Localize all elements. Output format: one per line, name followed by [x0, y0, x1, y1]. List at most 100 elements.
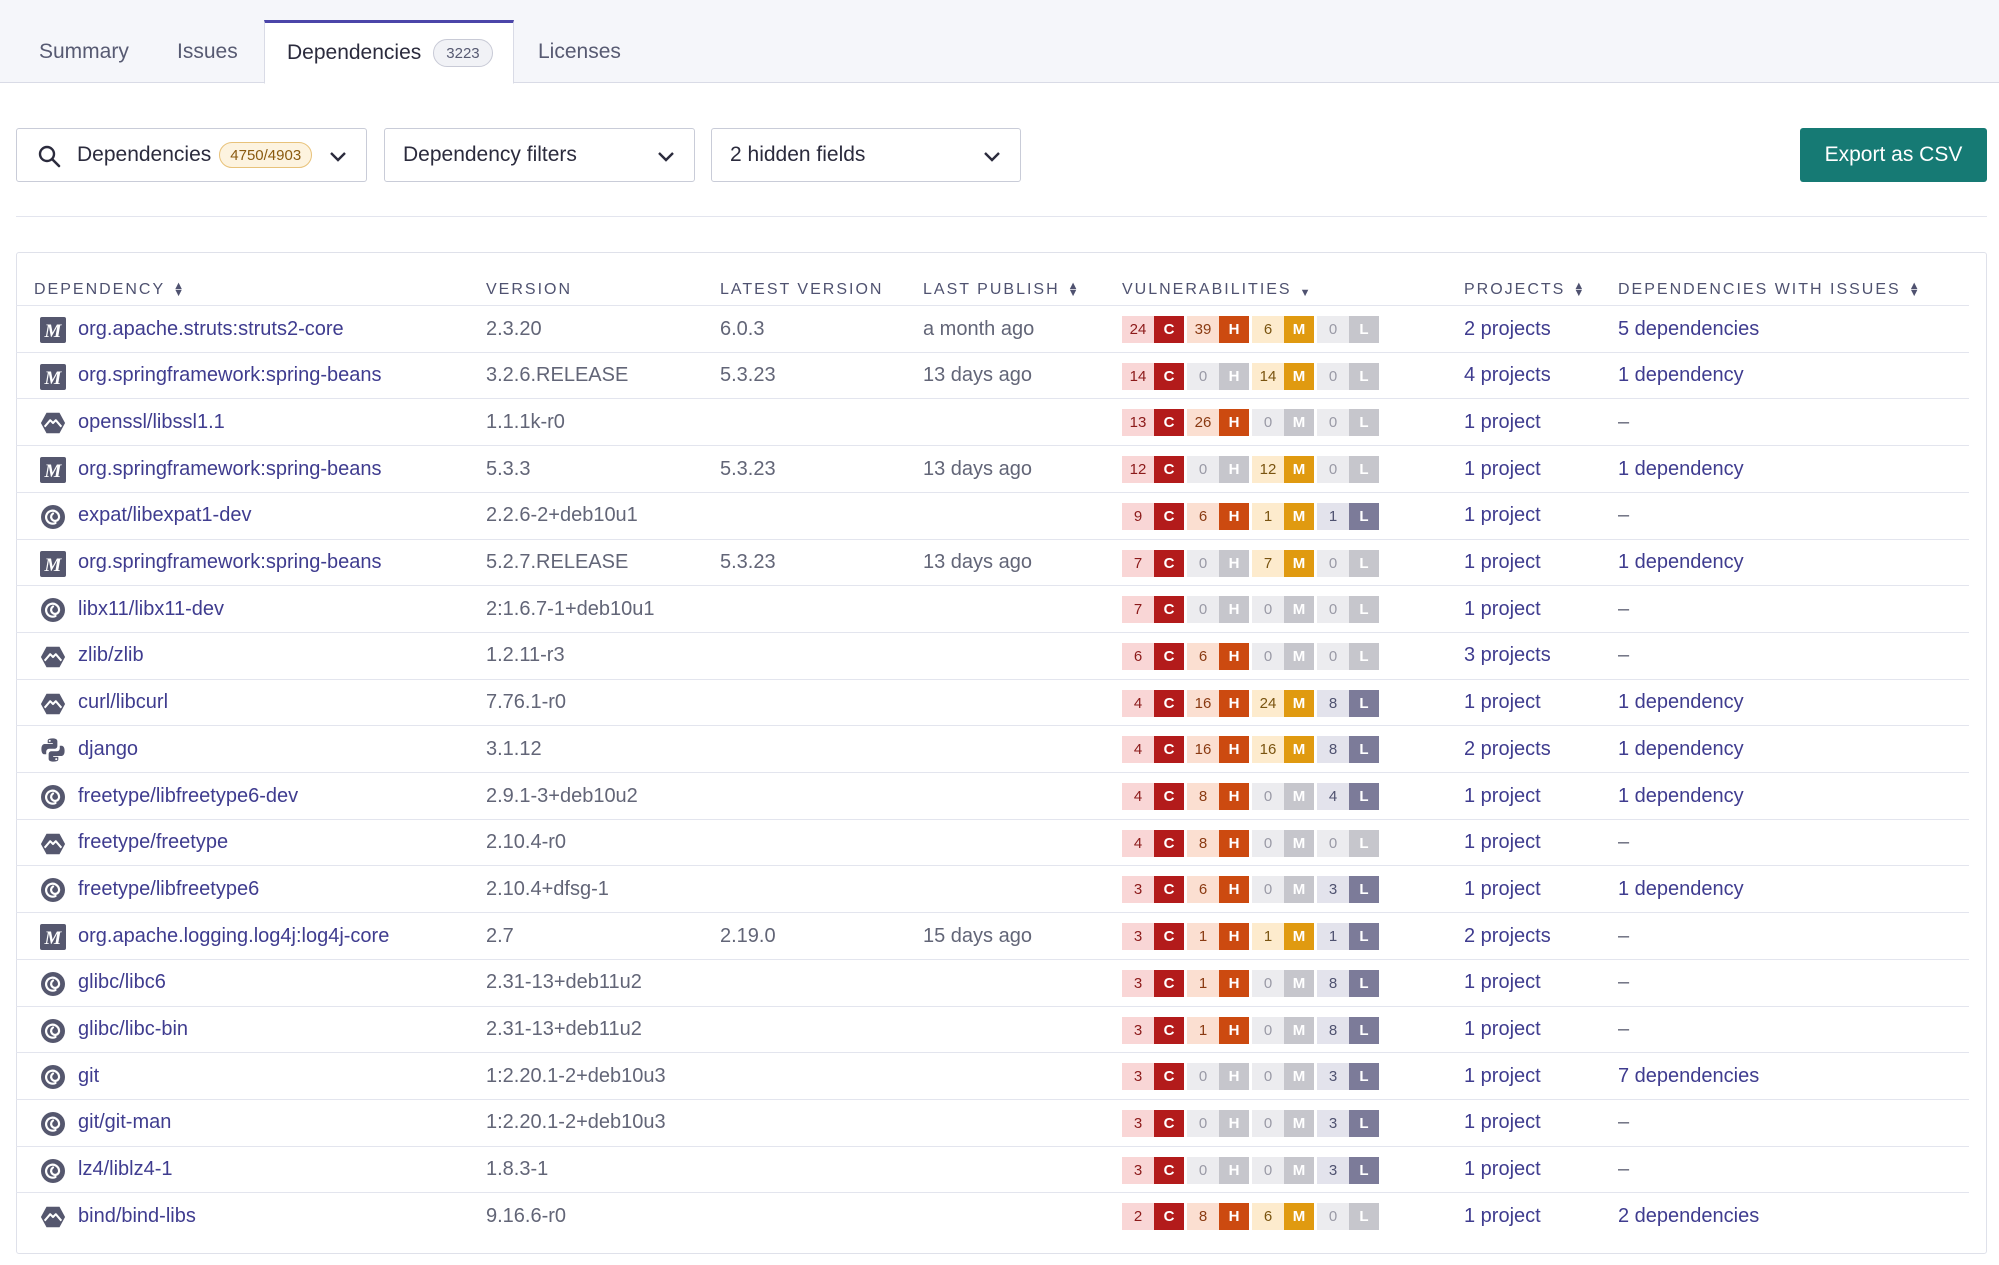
column-header-version: VERSION	[486, 274, 572, 306]
projects-link[interactable]: 1 project	[1464, 411, 1541, 434]
column-header-vulnerabilities[interactable]: VULNERABILITIES ▼	[1122, 274, 1311, 306]
dependencies-with-issues-link[interactable]: 1 dependency	[1618, 691, 1744, 714]
projects-link[interactable]: 2 projects	[1464, 738, 1551, 761]
latest-version-value: 6.0.3	[720, 317, 765, 340]
dependency-name-link[interactable]: openssl/libssl1.1	[78, 411, 225, 434]
dependencies-with-issues-link[interactable]: 1 dependency	[1618, 364, 1744, 387]
projects-link[interactable]: 1 project	[1464, 1018, 1541, 1041]
projects-link[interactable]: 1 project	[1464, 504, 1541, 527]
projects-link[interactable]: 1 project	[1464, 1158, 1541, 1181]
severity-letter-l: L	[1349, 456, 1379, 484]
dependencies-with-issues-link: –	[1618, 504, 1630, 527]
projects-link[interactable]: 1 project	[1464, 878, 1541, 901]
dependencies-with-issues-link[interactable]: 1 dependency	[1618, 878, 1744, 901]
severity-letter-l: L	[1349, 736, 1379, 764]
dependencies-search-dropdown[interactable]: Dependencies 4750/4903	[16, 128, 367, 182]
projects-link[interactable]: 1 project	[1464, 458, 1541, 481]
dependency-name-link[interactable]: org.springframework:spring-beans	[78, 458, 381, 481]
column-header-last-publish[interactable]: LAST PUBLISH ▲ ▼	[923, 274, 1079, 306]
dependency-name-link[interactable]: git/git-man	[78, 1111, 171, 1134]
projects-link[interactable]: 1 project	[1464, 598, 1541, 621]
dependencies-with-issues-link[interactable]: 7 dependencies	[1618, 1065, 1759, 1088]
severity-count-h: 8	[1187, 1203, 1219, 1231]
alpine-icon	[40, 410, 66, 436]
latest-version-value: 2.19.0	[720, 924, 776, 947]
column-header-dependency[interactable]: DEPENDENCY ▲ ▼	[34, 274, 184, 306]
version-value: 1.8.3-1	[486, 1158, 549, 1181]
table-row: bind/bind-libs 9.16.6-r0 2 C 8 H 6 M 0 L 1 project…	[16, 1192, 1969, 1239]
severity-letter-m: M	[1284, 549, 1314, 577]
hidden-fields-dropdown[interactable]: 2 hidden fields	[711, 128, 1021, 182]
dependency-name-link[interactable]: freetype/freetype	[78, 831, 228, 854]
dependency-name-link[interactable]: curl/libcurl	[78, 691, 168, 714]
dependency-name-link[interactable]: glibc/libc6	[78, 971, 166, 994]
severity-count-h: 6	[1187, 502, 1219, 530]
chevron-down-icon	[984, 152, 1000, 162]
projects-link[interactable]: 1 project	[1464, 831, 1541, 854]
column-header-dependencies-with-issues[interactable]: DEPENDENCIES WITH ISSUES ▲ ▼	[1618, 274, 1920, 306]
severity-letter-c: C	[1154, 876, 1184, 904]
projects-link[interactable]: 1 project	[1464, 691, 1541, 714]
projects-link[interactable]: 2 projects	[1464, 318, 1551, 341]
dependency-name-link[interactable]: libx11/libx11-dev	[78, 598, 224, 621]
dependencies-with-issues-link[interactable]: 2 dependencies	[1618, 1205, 1759, 1228]
vulnerability-badges: 3C6H0M3L	[1122, 876, 1382, 904]
projects-link[interactable]: 1 project	[1464, 1065, 1541, 1088]
projects-link[interactable]: 4 projects	[1464, 364, 1551, 387]
severity-letter-h: H	[1219, 876, 1249, 904]
projects-link[interactable]: 1 project	[1464, 1111, 1541, 1134]
dependency-name-link[interactable]: org.apache.logging.log4j:log4j-core	[78, 925, 389, 948]
dependency-name-link[interactable]: django	[78, 738, 138, 761]
dependencies-with-issues-link: –	[1618, 1018, 1630, 1040]
severity-count-m: 0	[1252, 409, 1284, 437]
dependency-name-link[interactable]: org.springframework:spring-beans	[78, 551, 381, 574]
projects-link[interactable]: 1 project	[1464, 1205, 1541, 1228]
dependency-name-link[interactable]: lz4/liblz4-1	[78, 1158, 172, 1181]
severity-count-c: 4	[1122, 783, 1154, 810]
dependency-name-link[interactable]: org.apache.struts:struts2-core	[78, 318, 344, 341]
severity-count-h: 1	[1187, 969, 1219, 997]
tab-summary[interactable]: Summary	[39, 20, 129, 83]
projects-link[interactable]: 1 project	[1464, 785, 1541, 808]
debian-icon	[40, 1018, 66, 1044]
severity-count-l: 0	[1317, 1203, 1349, 1231]
dependency-name-link[interactable]: freetype/libfreetype6	[78, 878, 259, 901]
severity-letter-h: H	[1219, 549, 1249, 577]
dependencies-with-issues-link[interactable]: 1 dependency	[1618, 458, 1744, 481]
dependency-name-link[interactable]: zlib/zlib	[78, 644, 144, 667]
dependency-name-link[interactable]: glibc/libc-bin	[78, 1018, 188, 1041]
alpine-icon	[40, 691, 66, 717]
severity-letter-m: M	[1284, 736, 1314, 764]
dependencies-with-issues-link[interactable]: 5 dependencies	[1618, 318, 1759, 341]
dependency-name-link[interactable]: git	[78, 1065, 99, 1088]
dependencies-with-issues-link[interactable]: 1 dependency	[1618, 551, 1744, 574]
column-header-projects[interactable]: PROJECTS ▲ ▼	[1464, 274, 1584, 306]
severity-count-m: 0	[1252, 1063, 1284, 1091]
projects-link[interactable]: 1 project	[1464, 971, 1541, 994]
dependency-name-link[interactable]: expat/libexpat1-dev	[78, 504, 251, 527]
severity-count-c: 12	[1122, 456, 1154, 484]
version-value: 2.9.1-3+deb10u2	[486, 784, 638, 807]
tab-dependencies[interactable]: Dependencies 3223	[264, 20, 514, 84]
dependency-name-link[interactable]: bind/bind-libs	[78, 1205, 196, 1228]
column-header-latest-version: LATEST VERSION	[720, 274, 883, 306]
dependencies-with-issues-link[interactable]: 1 dependency	[1618, 785, 1744, 808]
tab-licenses[interactable]: Licenses	[538, 20, 621, 83]
severity-letter-c: C	[1154, 642, 1184, 670]
dependency-name-link[interactable]: org.springframework:spring-beans	[78, 364, 381, 387]
vulnerability-badges: 3C1H0M8L	[1122, 969, 1382, 997]
dependency-name-link[interactable]: freetype/libfreetype6-dev	[78, 785, 298, 808]
tab-issues[interactable]: Issues	[177, 20, 238, 83]
projects-link[interactable]: 2 projects	[1464, 925, 1551, 948]
version-value: 2.31-13+deb11u2	[486, 1018, 642, 1040]
vulnerability-badges: 4C8H0M4L	[1122, 783, 1382, 810]
severity-count-c: 3	[1122, 1063, 1154, 1091]
dependencies-with-issues-link[interactable]: 1 dependency	[1618, 738, 1744, 761]
vulnerability-badges: 6C6H0M0L	[1122, 642, 1382, 670]
projects-link[interactable]: 3 projects	[1464, 644, 1551, 667]
column-header-label: LAST PUBLISH	[923, 281, 1060, 298]
dependency-filters-dropdown[interactable]: Dependency filters	[384, 128, 695, 182]
severity-letter-c: C	[1154, 1203, 1184, 1231]
projects-link[interactable]: 1 project	[1464, 551, 1541, 574]
export-csv-button[interactable]: Export as CSV	[1800, 128, 1987, 182]
